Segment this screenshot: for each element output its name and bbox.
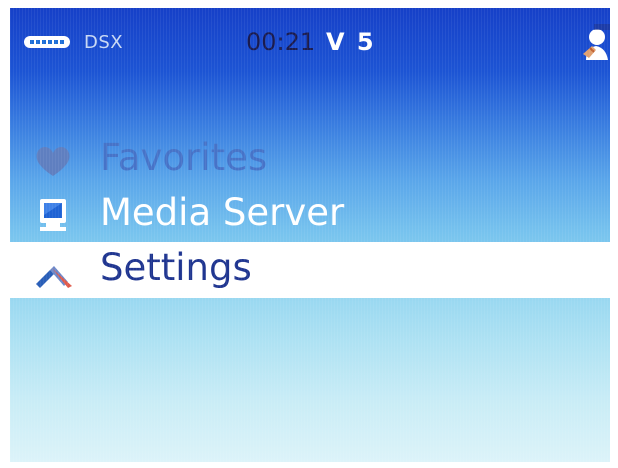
- status-bar: DSX 00:21 V 5: [10, 8, 610, 72]
- menu-item-label: Settings: [100, 246, 252, 289]
- device-frame: DSX 00:21 V 5 Favorites Media Server Set…: [0, 0, 618, 468]
- settings-icon: [36, 266, 72, 288]
- user-icon[interactable]: [580, 24, 610, 64]
- monitor-icon: [40, 199, 66, 231]
- main-menu: Favorites Media Server Settings: [10, 132, 610, 298]
- heart-icon: [36, 147, 70, 176]
- menu-item-media-server[interactable]: Media Server: [10, 187, 610, 242]
- menu-item-label: Favorites: [100, 136, 268, 179]
- menu-item-settings[interactable]: Settings: [10, 242, 610, 298]
- volume-indicator: V 5: [326, 28, 376, 56]
- menu-item-label: Media Server: [100, 191, 345, 234]
- menu-item-favorites[interactable]: Favorites: [10, 132, 610, 187]
- device-name: DSX: [84, 32, 124, 53]
- clock: 00:21: [246, 28, 316, 56]
- device-screen: DSX 00:21 V 5 Favorites Media Server Set…: [10, 8, 610, 462]
- battery-icon: [24, 36, 70, 48]
